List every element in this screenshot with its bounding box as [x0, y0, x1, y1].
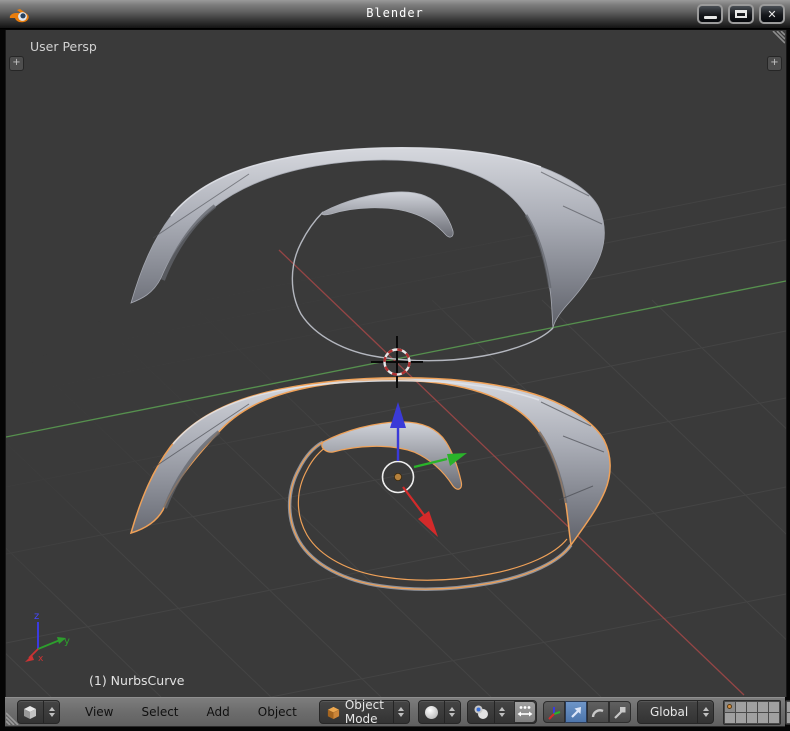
- center-points-icon: [517, 705, 533, 719]
- scene-canvas: [6, 30, 786, 697]
- window-title: Blender: [0, 6, 790, 20]
- menu-view[interactable]: View: [74, 700, 124, 724]
- minimize-button[interactable]: [697, 4, 723, 24]
- rotate-arc-icon: [590, 705, 605, 720]
- layer-cell[interactable]: [758, 702, 768, 712]
- mode-dropdown[interactable]: Object Mode: [319, 700, 410, 724]
- layers-group-2: [785, 700, 790, 725]
- pivot-stepper[interactable]: [494, 701, 510, 723]
- maximize-icon: [735, 10, 747, 18]
- expand-region-right-button[interactable]: +: [767, 56, 782, 71]
- manipulator-toggle-button[interactable]: [543, 701, 565, 723]
- scale-manipulator-button[interactable]: [609, 701, 631, 723]
- shading-dropdown[interactable]: [418, 700, 461, 724]
- expand-region-left-button[interactable]: +: [9, 56, 24, 71]
- pivot-point-icon[interactable]: [473, 704, 489, 720]
- mode-dropdown-stepper[interactable]: [393, 701, 409, 723]
- close-icon: ✕: [767, 9, 776, 20]
- maximize-button[interactable]: [728, 4, 754, 24]
- layer-cell[interactable]: [747, 702, 757, 712]
- manipulator-cluster: [543, 701, 631, 723]
- orientation-axes-widget: z y x: [18, 609, 74, 665]
- layer-cell[interactable]: [769, 713, 779, 723]
- pivot-group: [467, 700, 537, 724]
- view-label: User Persp: [30, 39, 97, 54]
- nurbs-surface-upper[interactable]: [131, 148, 604, 361]
- viewport-3d[interactable]: User Persp + + z y x (1) NurbsCurve: [5, 30, 787, 697]
- axes-manipulator-icon: [546, 705, 561, 720]
- area-corner-handle-bottom[interactable]: [6, 707, 24, 725]
- layer-cell[interactable]: [758, 713, 768, 723]
- layers-widget: [723, 700, 790, 725]
- editor-type-cube-icon: [22, 704, 38, 720]
- layer-cell[interactable]: [769, 702, 779, 712]
- layer-cell[interactable]: [747, 713, 757, 723]
- object-origin-dot: [394, 473, 401, 480]
- mode-dropdown-value: Object Mode: [341, 698, 388, 726]
- area-corner-handle[interactable]: [767, 31, 785, 49]
- shading-sphere-icon: [424, 705, 439, 720]
- menu-add[interactable]: Add: [196, 700, 241, 724]
- active-object-info: (1) NurbsCurve: [89, 673, 184, 688]
- shading-stepper[interactable]: [444, 701, 460, 723]
- layer-cell[interactable]: [736, 713, 746, 723]
- title-bar: Blender ✕: [0, 0, 790, 29]
- orientation-dropdown-value: Global: [646, 705, 692, 719]
- blender-window: Blender ✕: [0, 0, 790, 731]
- layer-cell[interactable]: [725, 713, 735, 723]
- layer-cell[interactable]: [736, 702, 746, 712]
- viewport-header: View Select Add Object Object Mode: [5, 697, 785, 727]
- active-layer-dot: [727, 704, 732, 709]
- minimize-icon: [704, 16, 717, 19]
- orientation-dropdown[interactable]: Global: [637, 700, 714, 724]
- layers-group-1: [723, 700, 781, 725]
- manipulate-center-points-toggle[interactable]: [514, 701, 536, 723]
- translate-arrow-icon: [568, 705, 583, 720]
- menu-select[interactable]: Select: [130, 700, 189, 724]
- orientation-stepper[interactable]: [697, 701, 713, 723]
- layer-cell[interactable]: [725, 702, 735, 712]
- close-button[interactable]: ✕: [759, 4, 785, 24]
- nurbs-surface-selected[interactable]: [131, 378, 610, 589]
- x-axis-line: [279, 250, 744, 695]
- translate-manipulator-button[interactable]: [565, 701, 587, 723]
- object-mode-cube-icon: [326, 705, 341, 720]
- editor-type-stepper[interactable]: [43, 701, 59, 723]
- axis-label-y: y: [64, 636, 70, 647]
- axis-label-z: z: [34, 611, 39, 622]
- scale-handle-icon: [612, 705, 627, 720]
- axis-label-x: x: [38, 654, 44, 664]
- rotate-manipulator-button[interactable]: [587, 701, 609, 723]
- menu-object[interactable]: Object: [247, 700, 308, 724]
